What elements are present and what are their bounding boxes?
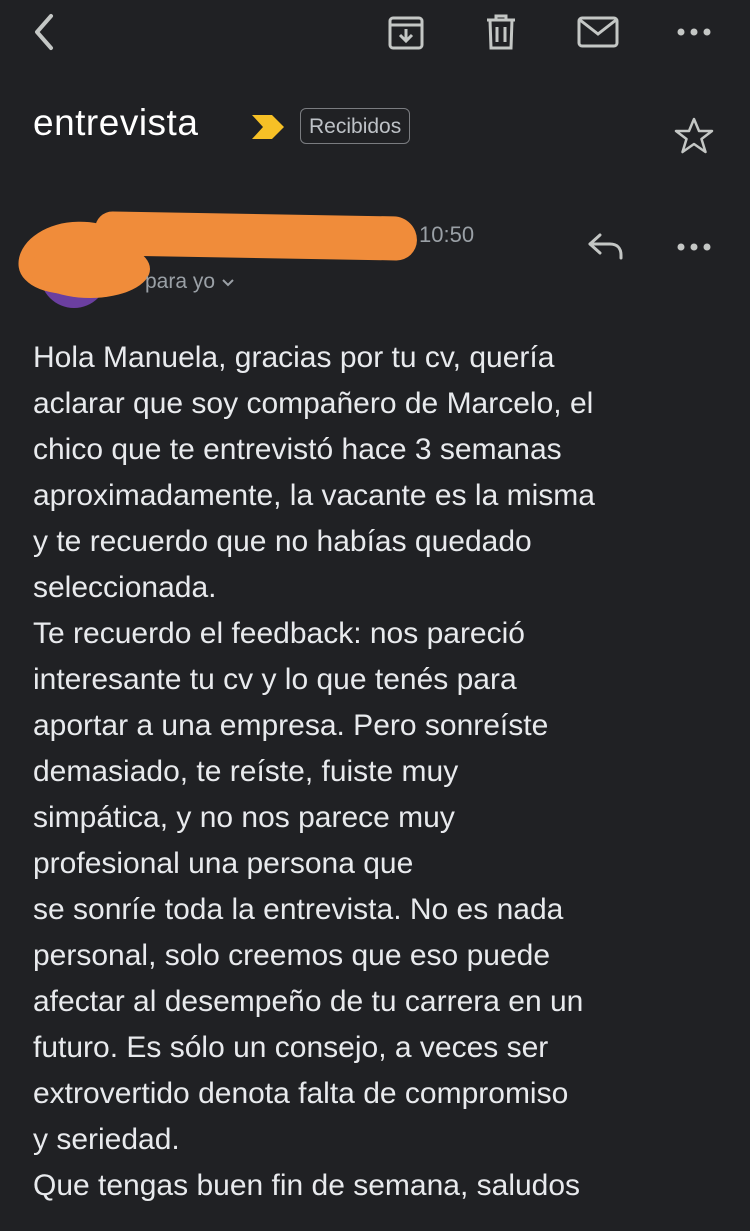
mark-unread-button[interactable]	[574, 8, 622, 56]
back-button[interactable]	[20, 8, 68, 56]
back-arrow-icon	[27, 12, 61, 52]
envelope-icon	[576, 14, 620, 50]
star-outline-icon	[674, 116, 714, 161]
body-paragraph: Hola Manuela, gracias por tu cv, quería …	[33, 341, 595, 604]
more-horizontal-icon	[676, 239, 712, 257]
email-subject: entrevista	[33, 102, 199, 143]
delete-button[interactable]	[477, 8, 525, 56]
chevron-down-icon	[221, 270, 235, 294]
more-horizontal-icon	[676, 27, 712, 37]
redaction-scribble	[94, 211, 418, 261]
trash-icon	[483, 12, 519, 52]
importance-marker-icon[interactable]	[250, 113, 286, 146]
message-body: Hola Manuela, gracias por tu cv, quería …	[33, 335, 723, 1209]
recipient-label: para yo	[145, 270, 216, 293]
message-more-button[interactable]	[670, 224, 718, 272]
message-header: 10:50 para yo	[0, 200, 750, 310]
label-chip-inbox[interactable]: Recibidos	[300, 108, 411, 144]
reply-button[interactable]	[582, 224, 630, 272]
archive-button[interactable]	[382, 8, 430, 56]
body-paragraph: Que tengas buen fin de semana, saludos	[33, 1169, 581, 1202]
message-time: 10:50	[419, 222, 475, 247]
more-options-button[interactable]	[670, 8, 718, 56]
archive-icon	[386, 12, 426, 52]
reply-icon	[586, 231, 626, 266]
subject-row: entrevista Recibidos	[0, 98, 750, 160]
body-paragraph: Te recuerdo el feedback: nos pareció int…	[33, 617, 584, 1156]
top-toolbar	[0, 0, 750, 64]
recipient-toggle[interactable]: para yo	[145, 270, 235, 294]
star-button[interactable]	[670, 114, 718, 162]
